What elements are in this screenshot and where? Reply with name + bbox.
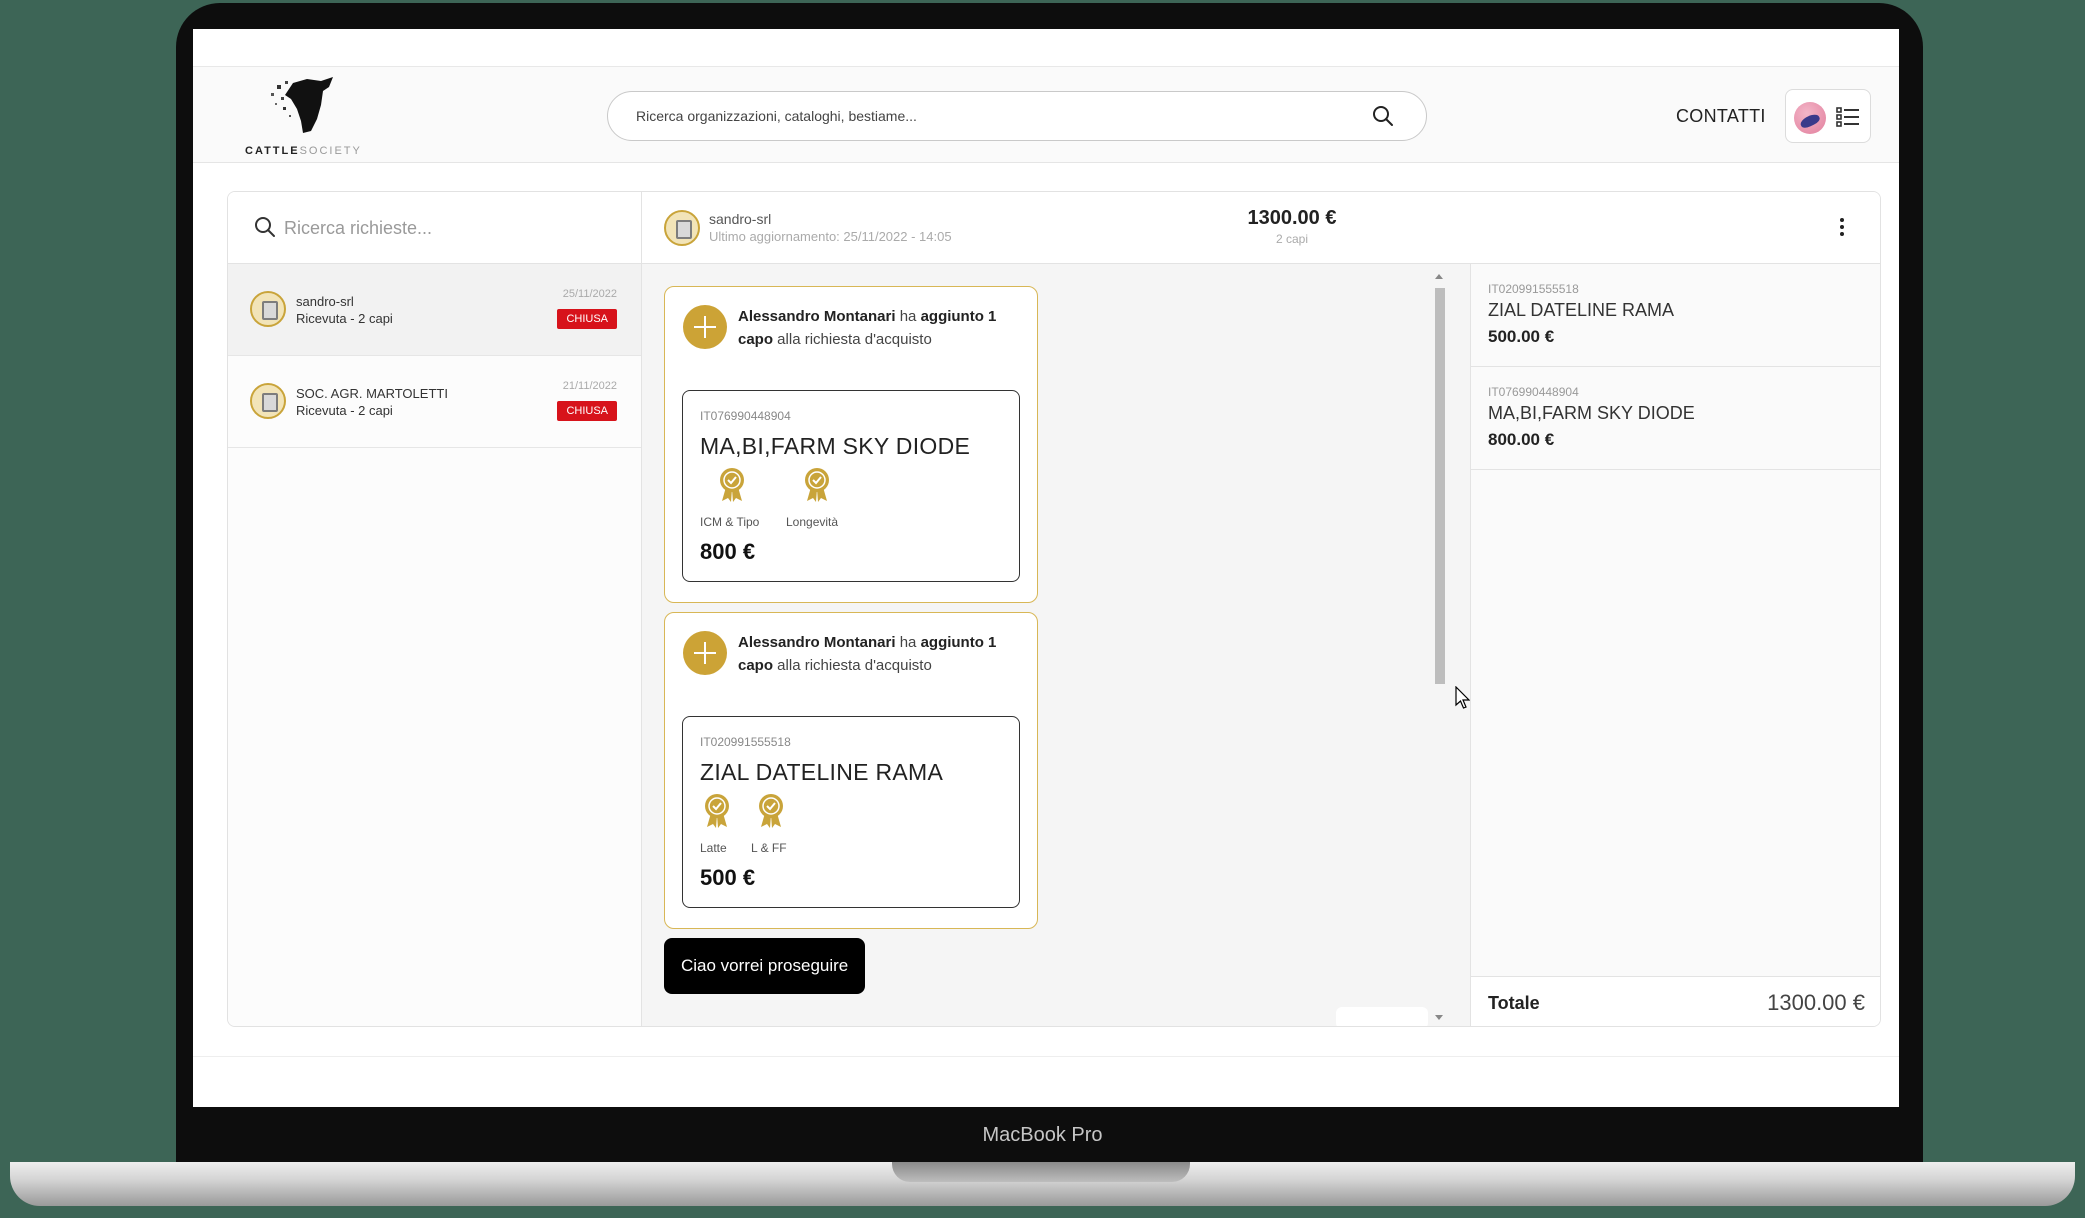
search-icon[interactable] bbox=[1372, 105, 1394, 127]
animal-id: IT076990448904 bbox=[700, 409, 791, 423]
scroll-up-arrow-icon[interactable] bbox=[1435, 274, 1443, 279]
summary-item-price: 800.00 € bbox=[1488, 430, 1555, 449]
logo-text: CATTLESOCIETY bbox=[245, 145, 362, 157]
total-value: 1300.00 € bbox=[1767, 990, 1865, 1015]
summary-item-id: IT020991555518 bbox=[1488, 282, 1579, 296]
request-name: SOC. AGR. MARTOLETTI bbox=[296, 386, 448, 401]
screen: CATTLESOCIETY CONTATTI bbox=[193, 29, 1899, 1107]
conversation-name: sandro-srl bbox=[709, 211, 772, 227]
status-badge: CHIUSA bbox=[557, 309, 617, 329]
requests-search-input[interactable] bbox=[284, 214, 604, 242]
request-subtitle: Ricevuta - 2 capi bbox=[296, 403, 393, 418]
award-label: ICM & Tipo bbox=[700, 515, 760, 529]
scrollbar-thumb[interactable] bbox=[1435, 288, 1445, 684]
activity-card: Alessandro Montanari ha aggiunto 1 capo … bbox=[664, 612, 1038, 929]
organization-icon bbox=[250, 291, 286, 327]
requests-list-column: sandro-srl Ricevuta - 2 capi 25/11/2022 … bbox=[228, 192, 642, 1026]
organization-icon bbox=[250, 383, 286, 419]
request-list-item[interactable]: sandro-srl Ricevuta - 2 capi 25/11/2022 … bbox=[228, 264, 641, 356]
requests-panel: sandro-srl Ricevuta - 2 capi 25/11/2022 … bbox=[227, 191, 1881, 1027]
request-list-item[interactable]: SOC. AGR. MARTOLETTI Ricevuta - 2 capi 2… bbox=[228, 356, 641, 448]
summary-item[interactable]: IT076990448904 MA,BI,FARM SKY DIODE 800.… bbox=[1471, 367, 1880, 470]
scroll-down-arrow-icon[interactable] bbox=[1435, 1015, 1443, 1020]
activity-card: Alessandro Montanari ha aggiunto 1 capo … bbox=[664, 286, 1038, 603]
global-search-input[interactable] bbox=[636, 104, 1336, 128]
summary-item-name: ZIAL DATELINE RAMA bbox=[1488, 300, 1675, 320]
award-label: Latte bbox=[700, 841, 727, 855]
summary-item-name: MA,BI,FARM SKY DIODE bbox=[1488, 403, 1695, 423]
app-header: CATTLESOCIETY CONTATTI bbox=[193, 67, 1899, 163]
top-strip bbox=[193, 29, 1899, 67]
animal-name: ZIAL DATELINE RAMA bbox=[700, 759, 944, 785]
organization-icon bbox=[664, 210, 700, 246]
request-date: 21/11/2022 bbox=[562, 380, 617, 392]
award-icon bbox=[720, 468, 744, 502]
user-menu-button[interactable] bbox=[1785, 89, 1871, 143]
bottom-strip bbox=[193, 1056, 1899, 1107]
global-search-bar[interactable] bbox=[607, 91, 1427, 141]
animal-price: 500 € bbox=[700, 865, 756, 890]
more-options-icon[interactable] bbox=[1832, 216, 1852, 240]
logo[interactable]: CATTLESOCIETY bbox=[245, 75, 365, 157]
list-menu-icon bbox=[1836, 107, 1859, 127]
animal-price: 800 € bbox=[700, 539, 756, 564]
request-date: 25/11/2022 bbox=[562, 288, 617, 300]
award-icon bbox=[805, 468, 829, 502]
plus-icon bbox=[683, 631, 727, 675]
chat-message[interactable]: Ciao vorrei proseguire bbox=[664, 938, 866, 994]
animal-id: IT020991555518 bbox=[700, 735, 791, 749]
mouse-cursor-icon bbox=[1455, 686, 1471, 709]
animal-card[interactable]: IT020991555518 ZIAL DATELINE RAMA Latte … bbox=[682, 716, 1020, 908]
summary-item-price: 500.00 € bbox=[1488, 327, 1555, 346]
award-label: L & FF bbox=[751, 841, 787, 855]
award-icon bbox=[759, 794, 783, 828]
search-icon bbox=[255, 217, 275, 237]
cow-logo-icon bbox=[271, 77, 333, 133]
plus-icon bbox=[683, 305, 727, 349]
contacts-link[interactable]: CONTATTI bbox=[1676, 106, 1766, 127]
award-label: Longevità bbox=[786, 515, 839, 529]
request-name: sandro-srl bbox=[296, 294, 354, 309]
requests-search[interactable] bbox=[228, 192, 641, 264]
head-count: 2 capi bbox=[1275, 232, 1309, 246]
summary-item[interactable]: IT020991555518 ZIAL DATELINE RAMA 500.00… bbox=[1471, 264, 1880, 367]
status-badge: CHIUSA bbox=[557, 401, 617, 421]
activity-message: Alessandro Montanari ha aggiunto 1 capo … bbox=[738, 634, 997, 674]
summary-item-id: IT076990448904 bbox=[1488, 385, 1579, 399]
conversation-column: sandro-srl Ultimo aggiornamento: 25/11/2… bbox=[642, 192, 1880, 1026]
total-label: Totale bbox=[1488, 993, 1540, 1013]
avatar bbox=[1794, 102, 1826, 134]
activity-message: Alessandro Montanari ha aggiunto 1 capo … bbox=[738, 308, 997, 348]
laptop-notch bbox=[892, 1162, 1190, 1182]
request-subtitle: Ricevuta - 2 capi bbox=[296, 311, 393, 326]
device-brand: MacBook Pro bbox=[982, 1124, 1103, 1146]
animal-name: MA,BI,FARM SKY DIODE bbox=[700, 433, 971, 459]
summary-column: IT020991555518 ZIAL DATELINE RAMA 500.00… bbox=[1470, 264, 1880, 1026]
total-row: Totale 1300.00 € bbox=[1471, 976, 1880, 1026]
conversation-total: 1300.00 € bbox=[1247, 207, 1337, 229]
faint-element bbox=[1336, 1007, 1428, 1026]
conversation-header: sandro-srl Ultimo aggiornamento: 25/11/2… bbox=[642, 192, 1880, 264]
last-update: Ultimo aggiornamento: 25/11/2022 - 14:05 bbox=[709, 229, 952, 244]
award-icon bbox=[705, 794, 729, 828]
animal-card[interactable]: IT076990448904 MA,BI,FARM SKY DIODE ICM … bbox=[682, 390, 1020, 582]
